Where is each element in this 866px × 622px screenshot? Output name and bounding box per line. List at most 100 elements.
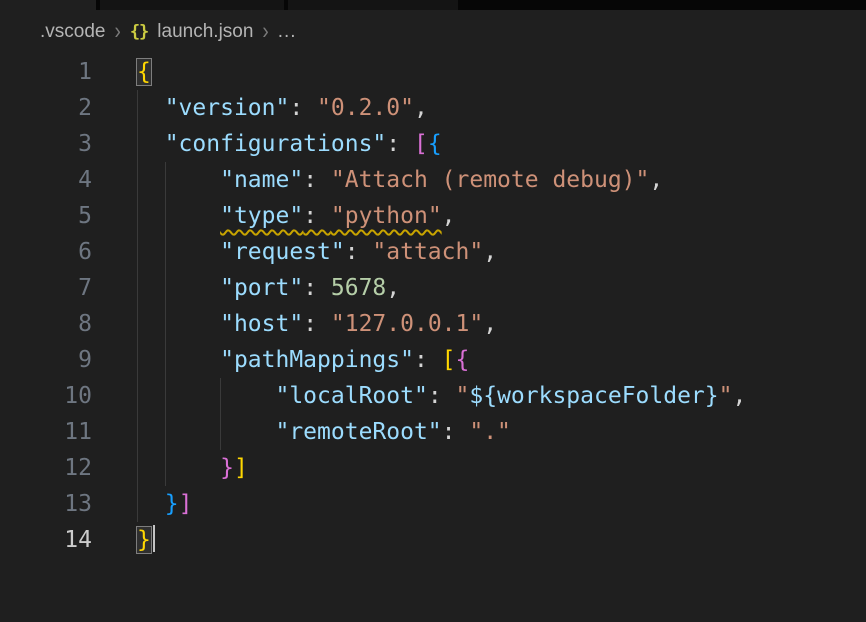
code-token: "	[719, 383, 733, 409]
code-token: "."	[469, 419, 511, 445]
code-line[interactable]: 8 "host": "127.0.0.1",	[0, 306, 866, 342]
chevron-right-icon: ›	[114, 18, 120, 46]
line-content[interactable]: "pathMappings": [{	[92, 342, 469, 378]
line-number[interactable]: 7	[0, 270, 92, 306]
code-line[interactable]: 6 "request": "attach",	[0, 234, 866, 270]
code-token: }	[137, 527, 151, 553]
code-token: "0.2.0"	[317, 95, 414, 121]
code-token	[137, 239, 220, 265]
code-token: ,	[414, 95, 428, 121]
line-number[interactable]: 12	[0, 450, 92, 486]
code-token: :	[303, 311, 331, 337]
inactive-tab-edge[interactable]	[100, 0, 284, 10]
line-number[interactable]: 10	[0, 378, 92, 414]
code-token: {	[137, 59, 151, 85]
code-line[interactable]: 1{	[0, 54, 866, 90]
code-token: 5678	[331, 275, 386, 301]
code-line[interactable]: 13 }]	[0, 486, 866, 522]
code-line[interactable]: 3 "configurations": [{	[0, 126, 866, 162]
line-content[interactable]: "name": "Attach (remote debug)",	[92, 162, 663, 198]
code-token: ,	[386, 275, 400, 301]
code-line[interactable]: 7 "port": 5678,	[0, 270, 866, 306]
code-token: [	[414, 131, 428, 157]
code-token: "name"	[220, 167, 303, 193]
json-file-icon: {}	[130, 22, 148, 42]
code-line[interactable]: 11 "remoteRoot": "."	[0, 414, 866, 450]
code-line[interactable]: 4 "name": "Attach (remote debug)",	[0, 162, 866, 198]
code-token	[137, 455, 220, 481]
code-token: "attach"	[372, 239, 483, 265]
line-content[interactable]: }]	[92, 450, 248, 486]
code-token: ${workspaceFolder}	[469, 383, 718, 409]
line-content[interactable]: "configurations": [{	[92, 126, 442, 162]
code-token	[137, 275, 220, 301]
line-number[interactable]: 2	[0, 90, 92, 126]
code-token: "pathMappings"	[220, 347, 414, 373]
code-token: :	[345, 239, 373, 265]
code-token: "python"	[331, 203, 442, 229]
code-token: "type"	[220, 203, 303, 229]
code-token: :	[289, 95, 317, 121]
code-line[interactable]: 2 "version": "0.2.0",	[0, 90, 866, 126]
code-token	[137, 95, 165, 121]
text-cursor	[153, 525, 155, 552]
code-token: :	[303, 203, 331, 229]
active-tab-edge[interactable]	[0, 0, 96, 10]
code-token: "remoteRoot"	[275, 419, 441, 445]
breadcrumb-file[interactable]: launch.json	[157, 21, 253, 43]
breadcrumb-symbol-path[interactable]: ...	[278, 21, 297, 43]
line-content[interactable]: }]	[92, 486, 192, 522]
inactive-tab-edge[interactable]	[288, 0, 458, 10]
line-number[interactable]: 14	[0, 522, 92, 558]
line-content[interactable]: "host": "127.0.0.1",	[92, 306, 497, 342]
line-number[interactable]: 3	[0, 126, 92, 162]
code-token: :	[442, 419, 470, 445]
code-token	[137, 311, 220, 337]
line-content[interactable]: "localRoot": "${workspaceFolder}",	[92, 378, 746, 414]
line-content[interactable]: }	[92, 522, 155, 558]
code-line[interactable]: 10 "localRoot": "${workspaceFolder}",	[0, 378, 866, 414]
editor[interactable]: 1{2 "version": "0.2.0",3 "configurations…	[0, 54, 866, 558]
code-token: "host"	[220, 311, 303, 337]
code-token: "configurations"	[165, 131, 387, 157]
line-number[interactable]: 11	[0, 414, 92, 450]
code-line[interactable]: 5 "type": "python",	[0, 198, 866, 234]
code-token: :	[303, 275, 331, 301]
line-number[interactable]: 13	[0, 486, 92, 522]
code-token	[137, 203, 220, 229]
line-number[interactable]: 4	[0, 162, 92, 198]
line-content[interactable]: "request": "attach",	[92, 234, 497, 270]
code-token: :	[386, 131, 414, 157]
line-number[interactable]: 5	[0, 198, 92, 234]
code-token: }	[220, 455, 234, 481]
code-token: "127.0.0.1"	[331, 311, 483, 337]
code-token	[137, 383, 275, 409]
code-token: [	[442, 347, 456, 373]
code-token: "version"	[165, 95, 290, 121]
code-line[interactable]: 9 "pathMappings": [{	[0, 342, 866, 378]
line-number[interactable]: 9	[0, 342, 92, 378]
breadcrumb: .vscode › {} launch.json › ...	[0, 10, 866, 54]
line-content[interactable]: "remoteRoot": "."	[92, 414, 511, 450]
line-content[interactable]: "port": 5678,	[92, 270, 400, 306]
line-content[interactable]: "version": "0.2.0",	[92, 90, 428, 126]
line-number[interactable]: 1	[0, 54, 92, 90]
code-lines: 1{2 "version": "0.2.0",3 "configurations…	[0, 54, 866, 558]
line-content[interactable]: "type": "python",	[92, 198, 456, 234]
code-token: ]	[179, 491, 193, 517]
breadcrumb-folder[interactable]: .vscode	[40, 21, 105, 43]
code-token: "port"	[220, 275, 303, 301]
code-token: ,	[442, 203, 456, 229]
code-line[interactable]: 12 }]	[0, 450, 866, 486]
code-token: "	[456, 383, 470, 409]
code-token	[137, 131, 165, 157]
line-number[interactable]: 8	[0, 306, 92, 342]
line-number[interactable]: 6	[0, 234, 92, 270]
code-token	[137, 347, 220, 373]
code-token: :	[428, 383, 456, 409]
code-token: :	[414, 347, 442, 373]
code-line[interactable]: 14}	[0, 522, 866, 558]
line-content[interactable]: {	[92, 54, 151, 90]
tab-bar-edge	[0, 0, 866, 10]
code-token: {	[428, 131, 442, 157]
